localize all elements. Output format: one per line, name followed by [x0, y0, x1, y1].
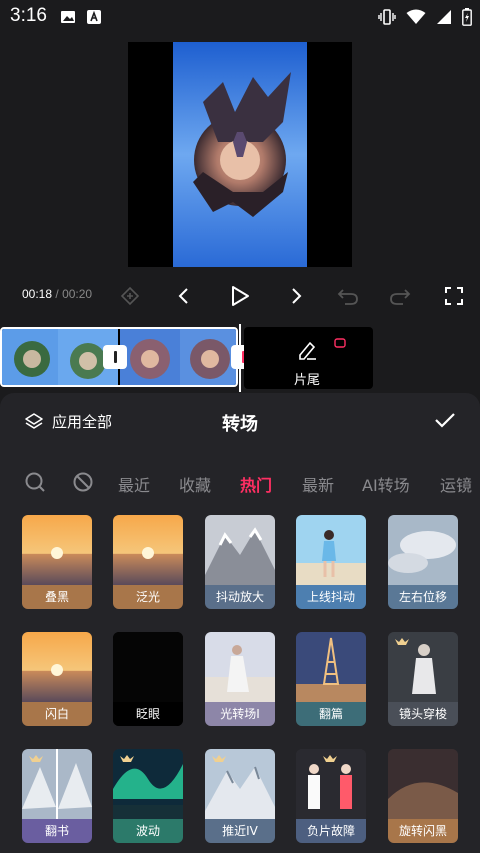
vip-badge-icon: [323, 755, 337, 762]
none-transition-icon[interactable]: [72, 471, 94, 493]
playhead[interactable]: [239, 324, 241, 392]
clip-thumbnail: [2, 329, 62, 385]
transition-tile[interactable]: 叠黑: [22, 515, 92, 609]
preview-frame-image: [173, 42, 307, 267]
sunset-thumbnail: [22, 515, 92, 585]
redo-button[interactable]: [386, 282, 414, 310]
category-tabs: 最近 收藏 热门 最新 AI转场 运镜: [0, 467, 480, 499]
time-current: 00:18: [22, 287, 53, 301]
transition-label: 翻篇: [296, 702, 366, 726]
video-preview[interactable]: [128, 42, 352, 267]
ending-logo-icon: [334, 338, 346, 348]
search-icon[interactable]: [24, 471, 46, 493]
transition-tile[interactable]: 镜头穿梭: [388, 632, 458, 726]
vip-badge-icon: [120, 755, 134, 762]
tab-hot[interactable]: 热门: [240, 472, 272, 496]
gallery-notification-icon: [61, 11, 75, 23]
transition-label: 泛光: [113, 585, 183, 609]
transition-label: 推近IV: [205, 819, 275, 843]
transition-label: 抖动放大: [205, 585, 275, 609]
battery-icon: [462, 8, 472, 26]
play-icon: [232, 286, 249, 306]
vip-badge-icon: [395, 638, 409, 645]
transition-tile[interactable]: 波动: [113, 749, 183, 843]
undo-button[interactable]: [334, 282, 362, 310]
transition-label: 负片故障: [296, 819, 366, 843]
redo-icon: [390, 289, 411, 305]
transition-tile[interactable]: 上线抖动: [296, 515, 366, 609]
clip-thumbnail: [180, 329, 236, 385]
sunset-thumbnail: [22, 632, 92, 702]
transition-label: 翻书: [22, 819, 92, 843]
vip-badge-icon: [212, 755, 226, 762]
next-button[interactable]: [282, 282, 310, 310]
status-bar: 3:16: [0, 0, 480, 34]
transition-handle[interactable]: [103, 345, 127, 369]
tab-favorites[interactable]: 收藏: [179, 472, 211, 496]
transition-label: 左右位移: [388, 585, 458, 609]
time-total: 00:20: [62, 287, 93, 301]
transition-label: 叠黑: [22, 585, 92, 609]
undo-icon: [337, 289, 358, 305]
dusk-hill-thumbnail: [388, 749, 458, 819]
transition-tile[interactable]: 翻书: [22, 749, 92, 843]
transition-tile[interactable]: 抖动放大: [205, 515, 275, 609]
timecode: 00:18 / 00:20: [22, 287, 92, 301]
vibrate-icon: [378, 9, 396, 25]
play-button[interactable]: [226, 282, 254, 310]
transition-tile[interactable]: 泛光: [113, 515, 183, 609]
cloud-thumbnail: [388, 515, 458, 585]
sunset-thumbnail: [113, 515, 183, 585]
vip-badge-icon: [29, 755, 43, 762]
timeline[interactable]: 片尾: [0, 324, 480, 392]
mountain-thumbnail: [205, 515, 275, 585]
eiffel-tower-thumbnail: [296, 632, 366, 702]
previous-button[interactable]: [170, 282, 198, 310]
transition-tile[interactable]: 闪白: [22, 632, 92, 726]
playback-controls: 00:18 / 00:20: [0, 276, 480, 316]
status-time: 3:16: [10, 5, 47, 26]
transition-label: 眨眼: [113, 702, 183, 726]
transition-tile[interactable]: 左右位移: [388, 515, 458, 609]
keyframe-icon: [120, 286, 140, 306]
tab-camera-moves[interactable]: 运镜: [440, 472, 472, 496]
transition-label: 上线抖动: [296, 585, 366, 609]
check-icon: [435, 413, 455, 428]
transition-tile[interactable]: 负片故障: [296, 749, 366, 843]
transition-label: 旋转闪黑: [388, 819, 458, 843]
edit-ending-icon: [299, 341, 316, 360]
wifi-icon: [406, 9, 426, 24]
app-notification-icon: [87, 10, 101, 24]
transition-label: 光转场I: [205, 702, 275, 726]
transition-panel: 应用全部 转场 最近 收藏 热门 最新 AI转场 运镜 叠黑 泛光 抖动放大 上…: [0, 393, 480, 853]
transition-tile[interactable]: 光转场I: [205, 632, 275, 726]
transition-tile[interactable]: 翻篇: [296, 632, 366, 726]
transition-tile[interactable]: 眨眼: [113, 632, 183, 726]
fullscreen-icon: [445, 287, 463, 305]
transition-label: 闪白: [22, 702, 92, 726]
add-keyframe-button[interactable]: [116, 282, 144, 310]
clip-thumbnail: [120, 329, 180, 385]
fullscreen-button[interactable]: [440, 282, 468, 310]
transition-tile[interactable]: 推近IV: [205, 749, 275, 843]
confirm-button[interactable]: [434, 411, 456, 433]
tab-newest[interactable]: 最新: [302, 472, 334, 496]
transition-label: 波动: [113, 819, 183, 843]
tab-ai-transition[interactable]: AI转场: [362, 472, 410, 496]
chevron-left-icon: [178, 288, 188, 304]
chevron-right-icon: [292, 288, 302, 304]
transition-tile[interactable]: 旋转闪黑: [388, 749, 458, 843]
black-thumbnail: [113, 632, 183, 702]
signal-icon: [437, 10, 451, 24]
time-separator: /: [55, 287, 59, 301]
beach-girl-thumbnail: [296, 515, 366, 585]
white-dress-thumbnail: [205, 632, 275, 702]
tab-recent[interactable]: 最近: [118, 472, 150, 496]
transition-label: 镜头穿梭: [388, 702, 458, 726]
ending-clip[interactable]: 片尾: [244, 327, 373, 389]
panel-title: 转场: [222, 414, 258, 435]
ending-label: 片尾: [294, 373, 321, 388]
